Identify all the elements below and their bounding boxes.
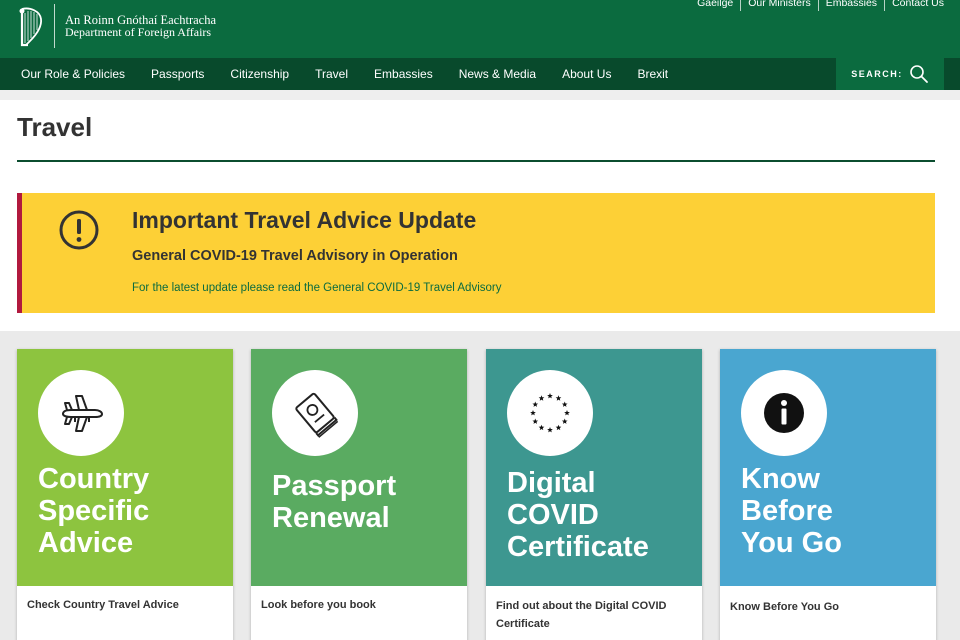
card-title: Passport Renewal [272,470,462,534]
star-icon [532,418,539,424]
nav-item-passports[interactable]: Passports [138,58,217,90]
department-name-english: Department of Foreign Affairs [65,25,212,39]
star-icon [555,424,562,431]
department-name: An Roinn Gnóthaí Eachtracha Department o… [65,14,216,38]
card-title: Country Specific Advice [38,463,228,559]
exclamation-circle-icon [59,210,99,250]
utility-nav: Gaeilge Our Ministers Embassies Contact … [690,0,944,11]
main-nav-items: Our Role & Policies Passports Citizenshi… [8,58,681,90]
utility-link-embassies[interactable]: Embassies [817,0,884,11]
nav-item-news-media[interactable]: News & Media [446,58,549,90]
airplane-icon [61,395,104,432]
page-title: Travel [17,112,93,142]
card-description: Know Before You Go [730,601,839,613]
utility-link-gaeilge[interactable]: Gaeilge [690,0,740,11]
search-button[interactable]: SEARCH: [836,58,944,90]
card-title-line: Passport [272,470,397,502]
star-icon [532,401,539,407]
star-icon [538,424,545,431]
nav-item-travel[interactable]: Travel [302,58,361,90]
alert-title: Important Travel Advice Update [132,207,477,233]
travel-advice-alert: Important Travel Advice Update General C… [17,193,935,313]
nav-item-our-role-policies[interactable]: Our Role & Policies [8,58,138,90]
star-icon [555,395,562,401]
utility-link-our-ministers[interactable]: Our Ministers [740,0,817,11]
harp-icon [19,7,42,47]
title-divider [17,160,935,162]
passport-icon [295,392,339,438]
card-know-before-you-go[interactable]: Know Before You Go Know Before You Go [720,349,936,640]
search-label: SEARCH: [851,69,903,79]
eu-stars-icon [530,393,570,433]
card-title-line: Country [38,463,150,495]
card-country-specific-advice[interactable]: Country Specific Advice Check Country Tr… [17,349,233,640]
star-icon [547,393,553,399]
card-title-line: Advice [38,527,134,559]
card-banner: Digital COVID Certificate [486,349,702,586]
card-title-line: Specific [38,495,150,527]
card-title: Know Before You Go [741,463,931,559]
card-title-line: Certificate [507,531,649,563]
card-title-line: Digital [507,467,596,499]
card-icon-circle [38,370,124,456]
nav-item-about-us[interactable]: About Us [549,58,624,90]
card-description: Check Country Travel Advice [27,599,179,611]
card-title-line: Renewal [272,502,390,534]
card-banner: Country Specific Advice [17,349,233,586]
card-icon-circle [507,370,593,456]
card-title-line: Know [741,463,820,495]
card-description: Look before you book [261,599,376,611]
star-icon [564,410,570,416]
nav-item-embassies[interactable]: Embassies [361,58,446,90]
nav-item-brexit[interactable]: Brexit [624,58,681,90]
alert-subtitle: General COVID-19 Travel Advisory in Oper… [132,248,458,264]
card-banner: Passport Renewal [251,349,467,586]
card-title-line: You Go [741,527,842,559]
card-icon-circle [272,370,358,456]
search-icon [909,65,928,83]
star-icon [538,395,545,401]
card-title: Digital COVID Certificate [507,467,697,563]
card-icon-circle [741,370,827,456]
card-description: Find out about the Digital COVID Certifi… [496,600,667,630]
star-icon [561,401,568,407]
nav-item-citizenship[interactable]: Citizenship [217,58,302,90]
logo-divider [54,4,55,48]
covid-advisory-link[interactable]: For the latest update please read the Ge… [132,282,501,294]
star-icon [530,410,536,416]
site-logo[interactable]: An Roinn Gnóthaí Eachtracha Department o… [16,3,216,49]
info-icon [764,393,804,433]
card-digital-covid-certificate[interactable]: Digital COVID Certificate Find out about… [486,349,702,640]
star-icon [561,418,568,424]
site-header: An Roinn Gnóthaí Eachtracha Department o… [0,0,960,58]
card-banner: Know Before You Go [720,349,936,586]
main-nav: Our Role & Policies Passports Citizenshi… [0,58,960,90]
card-title-line: COVID [507,499,599,531]
star-icon [547,427,553,433]
card-passport-renewal[interactable]: Passport Renewal Look before you book [251,349,467,640]
utility-link-contact-us[interactable]: Contact Us [884,0,944,11]
header-spacer [0,90,960,100]
card-title-line: Before [741,495,833,527]
